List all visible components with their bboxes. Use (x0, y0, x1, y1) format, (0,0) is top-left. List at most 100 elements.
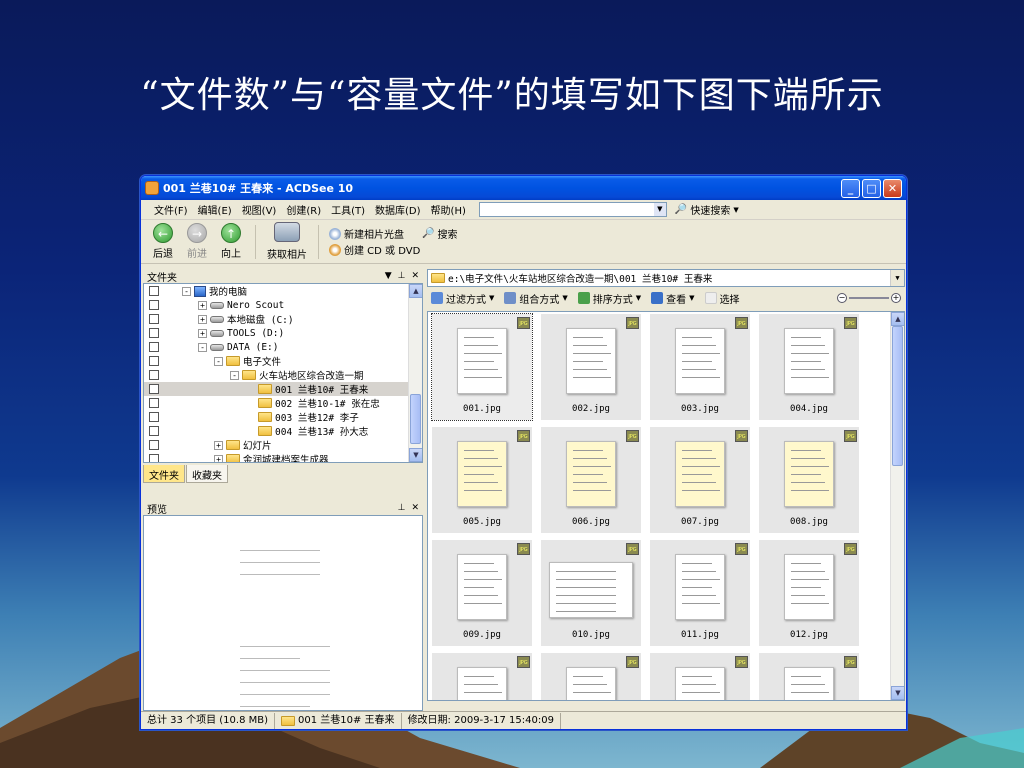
quick-search-button[interactable]: 🔎 快速搜索 ▼ (675, 202, 739, 217)
sort-button[interactable]: 排序方式 ▼ (577, 291, 641, 306)
checkbox[interactable] (149, 314, 159, 324)
thumbnail-item[interactable]: JPG 011.jpg (650, 540, 750, 646)
folder-tree-item[interactable]: + Nero Scout (144, 298, 422, 312)
expand-icon[interactable]: + (214, 440, 223, 450)
select-button[interactable]: 选择 (704, 291, 740, 306)
folder-tree-item[interactable]: + 幻灯片 (144, 438, 422, 452)
tab-favorites[interactable]: 收藏夹 (186, 465, 228, 483)
close-button[interactable]: ✕ (883, 178, 902, 198)
folder-tree-item[interactable]: + 本地磁盘 (C:) (144, 312, 422, 326)
checkbox[interactable] (149, 426, 159, 436)
thumbnail-item[interactable]: JPG 001.jpg (431, 313, 533, 421)
minimize-button[interactable]: _ (841, 178, 860, 198)
pane-menu-icon[interactable]: ▼ (385, 271, 392, 281)
thumbnail-item[interactable]: JPG (650, 653, 750, 700)
thumbnail-item[interactable]: JPG 008.jpg (759, 427, 859, 533)
folder-tree-item[interactable]: - 电子文件 (144, 354, 422, 368)
create-cd-button[interactable]: 创建 CD 或 DVD (329, 242, 457, 258)
search-button[interactable]: 🔎 搜索 (422, 226, 457, 241)
folder-tree-item[interactable]: 002 兰巷10-1# 张在忠 (144, 396, 422, 410)
folder-tree-item[interactable]: - DATA (E:) (144, 340, 422, 354)
checkbox[interactable] (149, 342, 159, 352)
checkbox[interactable] (149, 356, 159, 366)
checkbox[interactable] (149, 454, 159, 462)
folder-tree-item[interactable]: 001 兰巷10# 王春来 (144, 382, 422, 396)
pin-icon[interactable]: ⊥ (398, 503, 406, 513)
expand-icon[interactable]: + (198, 314, 207, 324)
expand-icon[interactable]: + (198, 300, 207, 310)
expand-icon[interactable]: + (214, 454, 223, 462)
thumbnail-item[interactable]: JPG 007.jpg (650, 427, 750, 533)
checkbox[interactable] (149, 398, 159, 408)
thumbnail-item[interactable]: JPG 004.jpg (759, 314, 859, 420)
chevron-down-icon[interactable]: ▼ (653, 203, 666, 216)
folder-icon (258, 384, 272, 394)
scroll-up-icon[interactable]: ▲ (891, 312, 904, 326)
search-input[interactable]: ▼ (478, 202, 667, 217)
new-album-button[interactable]: 新建相片光盘 (329, 226, 404, 241)
menu-edit[interactable]: 编辑(E) (193, 202, 237, 217)
thumbnail-item[interactable]: JPG 006.jpg (541, 427, 641, 533)
close-icon[interactable]: ✕ (411, 503, 419, 513)
checkbox[interactable] (149, 440, 159, 450)
collapse-icon[interactable]: - (214, 356, 223, 366)
thumbnail-scrollbar[interactable]: ▲ ▼ (890, 312, 904, 700)
zoom-in-icon[interactable]: + (891, 293, 901, 303)
view-button[interactable]: 查看 ▼ (651, 291, 695, 306)
checkbox[interactable] (149, 300, 159, 310)
scroll-down-icon[interactable]: ▼ (891, 686, 904, 700)
menu-create[interactable]: 创建(R) (281, 202, 326, 217)
back-button[interactable]: ← 后退 (147, 223, 179, 260)
up-button[interactable]: ↑ 向上 (215, 223, 247, 260)
acquire-photos-button[interactable]: 获取相片 (262, 222, 312, 261)
scroll-thumb[interactable] (892, 326, 903, 466)
forward-button[interactable]: → 前进 (181, 223, 213, 260)
thumbnail-item[interactable]: JPG 012.jpg (759, 540, 859, 646)
scroll-thumb[interactable] (410, 394, 421, 444)
close-icon[interactable]: ✕ (411, 271, 419, 281)
scroll-up-icon[interactable]: ▲ (409, 284, 422, 298)
thumbnail-item[interactable]: JPG (759, 653, 859, 700)
thumbnail-item[interactable]: JPG (432, 653, 532, 700)
folder-tree-item[interactable]: 004 兰巷13# 孙大志 (144, 424, 422, 438)
pin-icon[interactable]: ⊥ (398, 271, 406, 281)
thumbnail-item[interactable]: JPG 003.jpg (650, 314, 750, 420)
thumbnail-item[interactable]: JPG 005.jpg (432, 427, 532, 533)
thumbnail-item[interactable]: JPG 002.jpg (541, 314, 641, 420)
collapse-icon[interactable]: - (182, 286, 191, 296)
menu-help[interactable]: 帮助(H) (426, 202, 471, 217)
checkbox[interactable] (149, 328, 159, 338)
expand-icon[interactable]: + (198, 328, 207, 338)
zoom-out-icon[interactable]: − (837, 293, 847, 303)
chevron-down-icon[interactable]: ▼ (890, 270, 904, 286)
checkbox[interactable] (149, 286, 159, 296)
checkbox[interactable] (149, 384, 159, 394)
checkbox[interactable] (149, 370, 159, 380)
menu-database[interactable]: 数据库(D) (370, 202, 426, 217)
filter-button[interactable]: 过滤方式 ▼ (431, 291, 494, 306)
tab-folders[interactable]: 文件夹 (143, 465, 185, 483)
title-bar[interactable]: 001 兰巷10# 王春来 - ACDSee 10 _ □ ✕ (141, 176, 906, 200)
thumbnail-item[interactable]: JPG (541, 653, 641, 700)
toolbar-divider (255, 224, 256, 259)
folder-tree-item[interactable]: + TOOLS (D:) (144, 326, 422, 340)
scroll-down-icon[interactable]: ▼ (409, 448, 422, 462)
collapse-icon[interactable]: - (198, 342, 207, 352)
menu-tools[interactable]: 工具(T) (326, 202, 370, 217)
slider-track[interactable] (849, 297, 889, 299)
group-button[interactable]: 组合方式 ▼ (504, 291, 568, 306)
folder-tree-item[interactable]: 003 兰巷12# 李子 (144, 410, 422, 424)
thumbnail-item[interactable]: JPG 010.jpg (541, 540, 641, 646)
collapse-icon[interactable]: - (230, 370, 239, 380)
folder-tree-scrollbar[interactable]: ▲ ▼ (408, 284, 422, 462)
folder-tree-item[interactable]: - 火车站地区综合改造一期 (144, 368, 422, 382)
thumbnail-size-slider[interactable]: − + (837, 293, 901, 303)
folder-tree-item[interactable]: - 我的电脑 (144, 284, 422, 298)
path-bar[interactable]: e:\电子文件\火车站地区综合改造一期\001 兰巷10# 王春来 ▼ (427, 269, 905, 287)
folder-tree-item[interactable]: + 金润城建档案生成器 (144, 452, 422, 462)
thumbnail-item[interactable]: JPG 009.jpg (432, 540, 532, 646)
maximize-button[interactable]: □ (862, 178, 881, 198)
menu-view[interactable]: 视图(V) (237, 202, 282, 217)
menu-file[interactable]: 文件(F) (149, 202, 193, 217)
checkbox[interactable] (149, 412, 159, 422)
